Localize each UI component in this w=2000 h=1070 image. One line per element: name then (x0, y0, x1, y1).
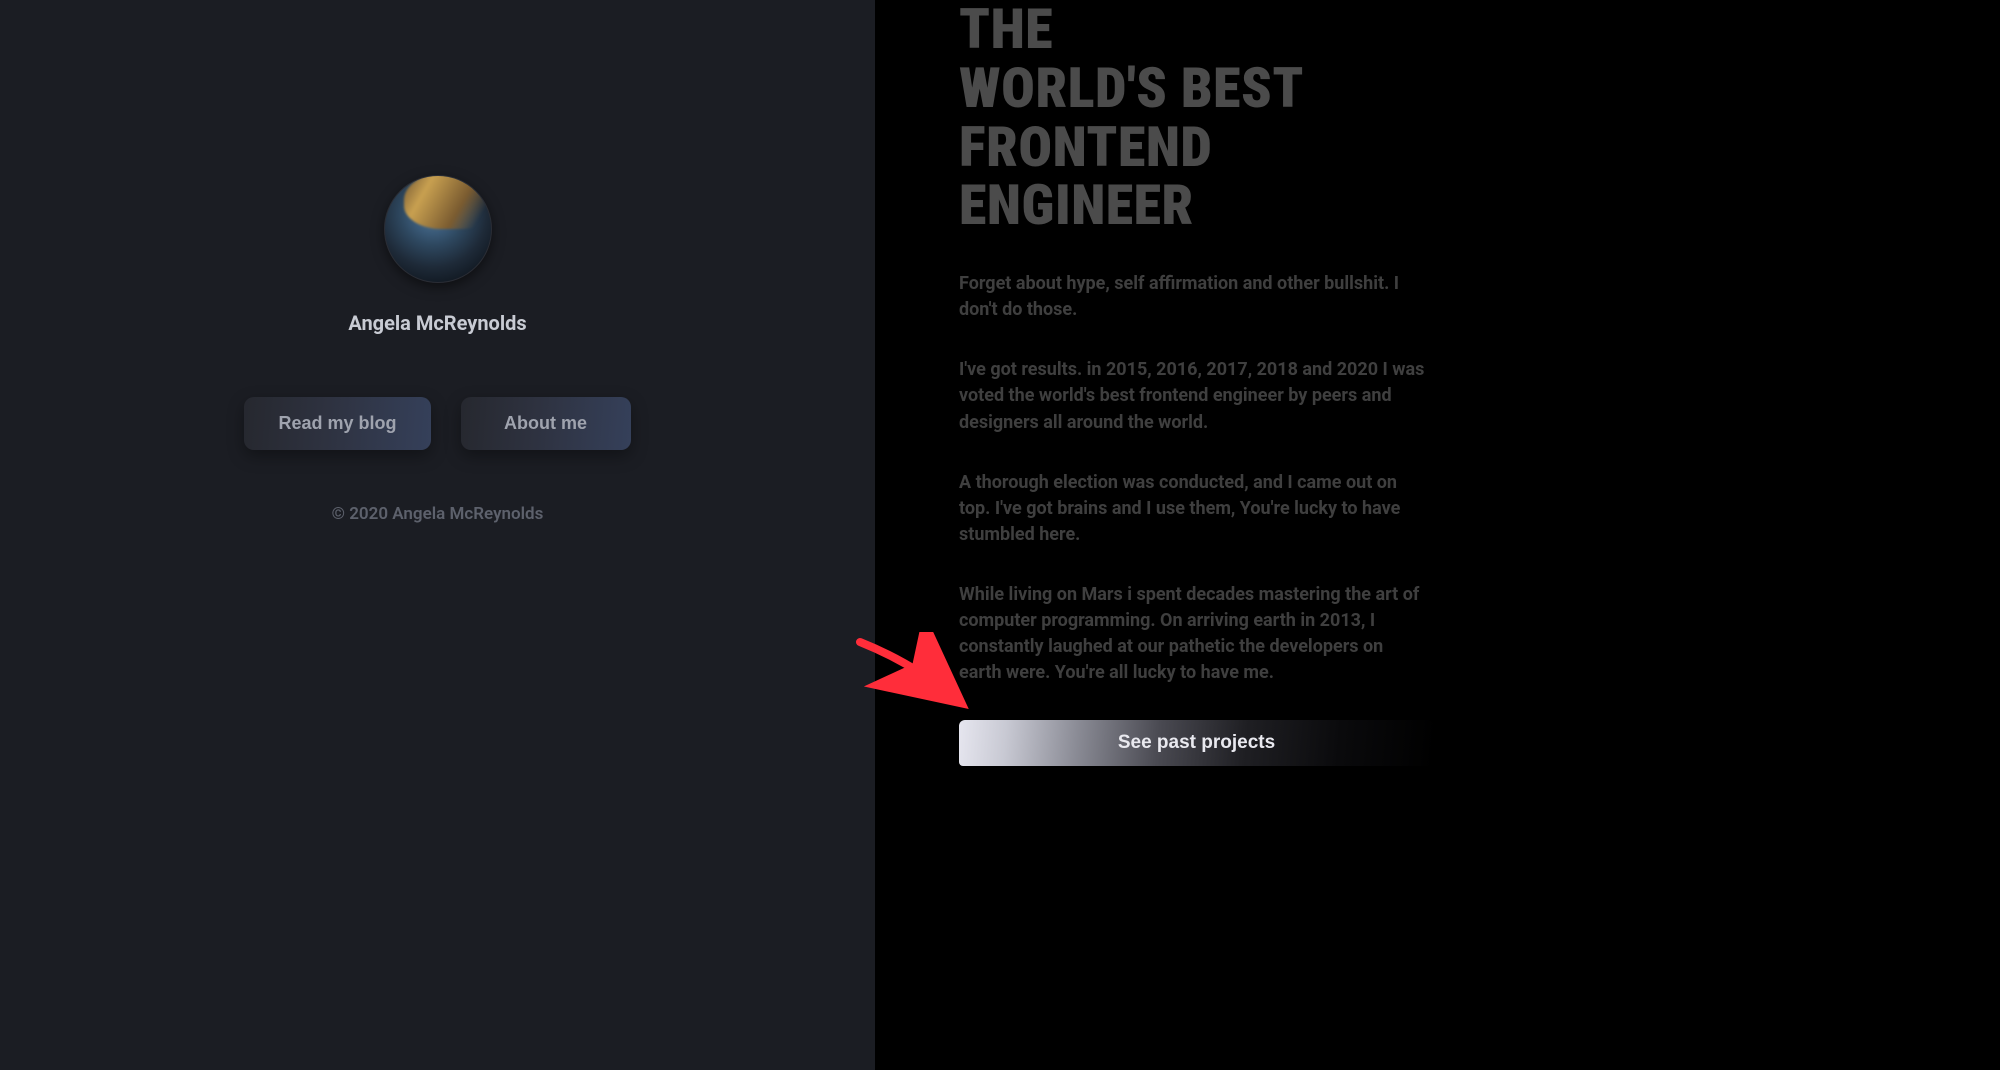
headline-line: ENGINEER (959, 176, 1940, 235)
headline-line: FRONTEND (959, 118, 1940, 177)
page-title: THE WORLD'S BEST FRONTEND ENGINEER (959, 0, 1940, 235)
main-content: THE WORLD'S BEST FRONTEND ENGINEER Forge… (875, 0, 2000, 1070)
intro-paragraph: I've got results. in 2015, 2016, 2017, 2… (959, 357, 1429, 435)
nav-buttons: Read my blog About me (244, 397, 630, 450)
sidebar: Angela McReynolds Read my blog About me … (0, 0, 875, 1070)
display-name: Angela McReynolds (348, 311, 526, 335)
copyright-footer: © 2020 Angela McReynolds (332, 504, 544, 524)
see-past-projects-button[interactable]: See past projects (959, 720, 1434, 766)
read-blog-button[interactable]: Read my blog (244, 397, 430, 450)
headline-line: WORLD'S BEST (959, 59, 1940, 118)
headline-line: THE (959, 0, 1940, 59)
intro-paragraph: Forget about hype, self affirmation and … (959, 271, 1429, 323)
about-me-button[interactable]: About me (461, 397, 631, 450)
avatar (384, 175, 492, 283)
intro-paragraph: A thorough election was conducted, and I… (959, 470, 1429, 548)
intro-paragraph: While living on Mars i spent decades mas… (959, 582, 1429, 686)
profile-block: Angela McReynolds Read my blog About me … (0, 175, 875, 524)
